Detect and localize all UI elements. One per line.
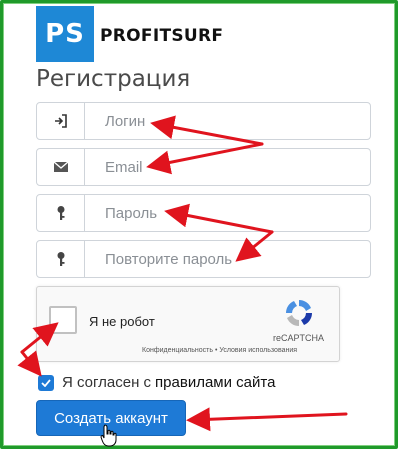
recaptcha-checkbox[interactable] xyxy=(49,306,77,334)
hand-cursor-icon xyxy=(100,424,117,447)
recaptcha-label: Я не робот xyxy=(89,314,155,329)
recaptcha-logo-icon xyxy=(286,300,312,326)
email-field-group xyxy=(36,148,371,186)
password-field-group xyxy=(36,194,371,232)
agree-text: Я согласен с xyxy=(62,374,152,391)
login-field-group xyxy=(36,102,371,140)
rules-link[interactable]: правилами сайта xyxy=(155,374,275,391)
key-icon xyxy=(37,195,85,231)
login-icon xyxy=(37,103,85,139)
login-input[interactable] xyxy=(85,103,370,139)
recaptcha-widget: Я не робот reCAPTCHA Конфиденциальность … xyxy=(36,286,340,362)
page-title: Регистрация xyxy=(36,66,191,92)
recaptcha-brand: reCAPTCHA xyxy=(273,333,325,343)
checkmark-icon xyxy=(41,378,51,387)
repeat-password-field-group xyxy=(36,240,371,278)
email-input[interactable] xyxy=(85,149,370,185)
repeat-password-input[interactable] xyxy=(85,241,370,277)
recaptcha-links[interactable]: Конфиденциальность • Условия использован… xyxy=(142,347,297,354)
key-icon xyxy=(37,241,85,277)
agree-row: Я согласен с правилами сайта xyxy=(38,374,275,391)
agree-checkbox[interactable] xyxy=(38,374,54,391)
brand-name: PROFITSURF xyxy=(100,26,224,46)
brand-logo: PS xyxy=(36,6,94,62)
envelope-icon xyxy=(37,149,85,185)
password-input[interactable] xyxy=(85,195,370,231)
